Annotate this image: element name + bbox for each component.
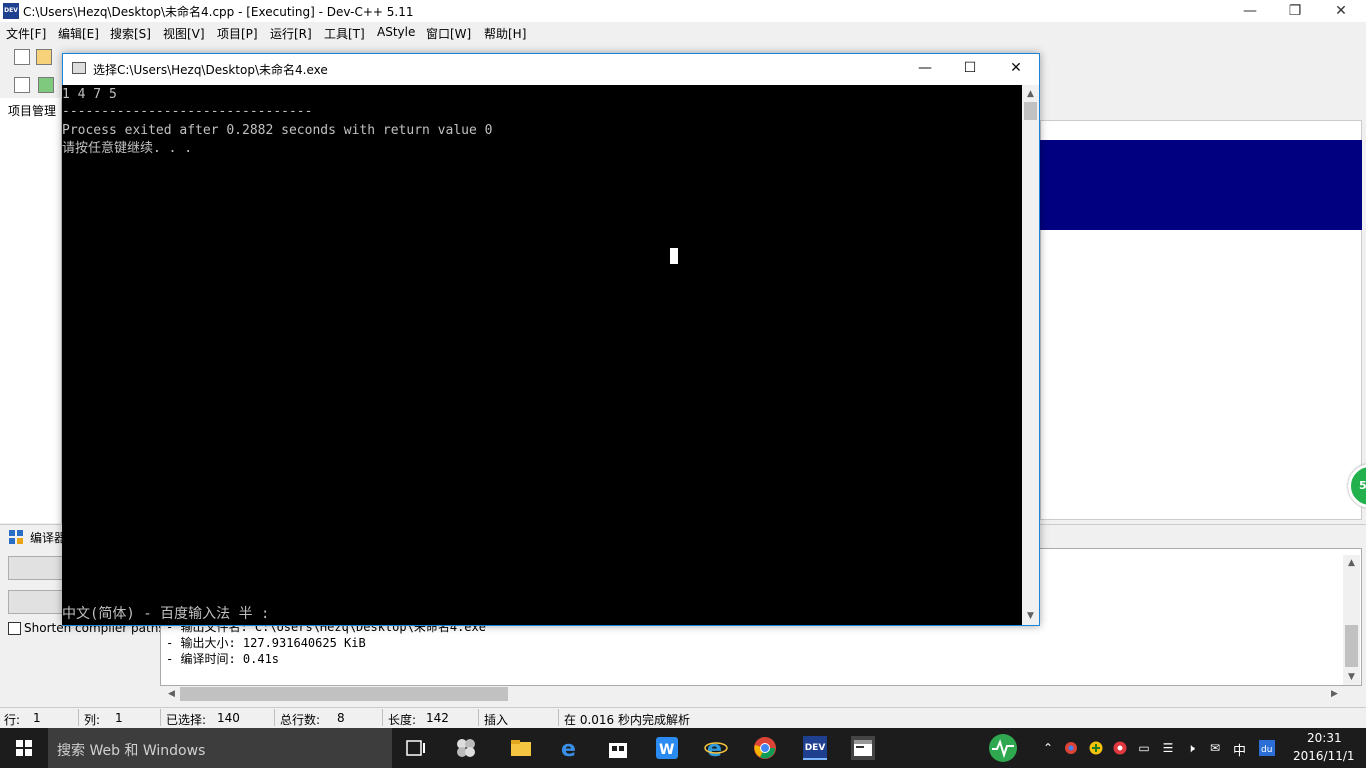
shorten-paths-checkbox[interactable]	[8, 622, 21, 635]
svg-text:W: W	[659, 742, 674, 758]
status-separator	[274, 709, 275, 726]
status-separator	[478, 709, 479, 726]
status-separator	[558, 709, 559, 726]
status-len-label: 长度:	[388, 713, 417, 727]
console-app-icon	[72, 62, 86, 74]
console-scroll-up-icon[interactable]: ▲	[1022, 86, 1039, 102]
log-scroll-up-icon[interactable]: ▲	[1343, 555, 1360, 571]
system-monitor-icon[interactable]	[988, 733, 1018, 763]
log-scroll-right-icon[interactable]: ▶	[1326, 686, 1343, 702]
chrome-browser-icon[interactable]	[753, 736, 777, 760]
status-separator	[382, 709, 383, 726]
devcpp-taskbar-icon[interactable]: DEV	[803, 736, 827, 760]
ime-indicator[interactable]: 中	[1233, 740, 1246, 759]
menu-search[interactable]: 搜索[S]	[110, 25, 151, 42]
close-button[interactable]: ✕	[1318, 0, 1364, 22]
menu-view[interactable]: 视图[V]	[163, 25, 205, 42]
console-cursor	[670, 248, 678, 264]
status-insert-mode: 插入	[484, 713, 509, 727]
tab-compiler[interactable]: 编译器	[30, 529, 66, 546]
menu-window[interactable]: 窗口[W]	[426, 25, 471, 42]
task-view-icon[interactable]	[404, 736, 428, 760]
console-output-area[interactable]	[62, 85, 1022, 625]
clock-date[interactable]: 2016/11/1	[1293, 749, 1355, 763]
console-line-press-key: 请按任意键继续. . .	[62, 141, 193, 156]
status-lines-label: 总行数:	[280, 713, 321, 727]
console-close-button[interactable]: ✕	[993, 54, 1039, 83]
console-vertical-scrollbar[interactable]	[1022, 85, 1039, 625]
status-len-value: 142	[426, 711, 449, 725]
log-vertical-scroll-thumb[interactable]	[1345, 625, 1358, 667]
status-sel-value: 140	[217, 711, 240, 725]
console-line-exit-status: Process exited after 0.2882 seconds with…	[62, 123, 493, 138]
wps-writer-icon[interactable]: W	[655, 736, 679, 760]
baidu-ime-icon[interactable]: du	[1259, 740, 1275, 756]
log-scroll-left-icon[interactable]: ◀	[163, 686, 180, 702]
status-separator	[160, 709, 161, 726]
log-scroll-down-icon[interactable]: ▼	[1343, 669, 1360, 685]
status-sel-label: 已选择:	[166, 713, 207, 727]
svg-text:e: e	[561, 737, 576, 760]
menu-help[interactable]: 帮助[H]	[484, 25, 526, 42]
notification-icon[interactable]: ✉	[1208, 741, 1222, 755]
menu-tools[interactable]: 工具[T]	[324, 25, 365, 42]
console-line-output: 1 4 7 5	[62, 87, 117, 102]
log-horizontal-scroll-thumb[interactable]	[180, 687, 508, 701]
status-parse-message: 在 0.016 秒内完成解析	[564, 713, 690, 727]
security-tray-icon[interactable]	[1113, 741, 1127, 755]
status-col-value: 1	[115, 711, 123, 725]
clock-time[interactable]: 20:31	[1307, 731, 1342, 745]
status-row-value: 1	[33, 711, 41, 725]
main-window-title: C:\Users\Hezq\Desktop\未命名4.cpp - [Execut…	[23, 5, 414, 19]
file-explorer-icon[interactable]	[509, 736, 533, 760]
console-taskbar-icon[interactable]	[851, 736, 875, 760]
console-line-separator: --------------------------------	[62, 104, 313, 119]
menubar: 文件[F] 编辑[E] 搜索[S] 视图[V] 项目[P] 运行[R] 工具[T…	[0, 22, 1366, 42]
volume-icon[interactable]: 🕨	[1184, 741, 1198, 755]
menu-run[interactable]: 运行[R]	[270, 25, 312, 42]
add-tray-icon[interactable]	[1089, 741, 1103, 755]
console-ime-status: 中文(简体) - 百度输入法 半 :	[62, 606, 270, 622]
class-browser-icon[interactable]	[14, 77, 30, 93]
svg-text:du: du	[1261, 745, 1272, 755]
status-row-label: 行:	[4, 713, 21, 727]
console-scroll-thumb[interactable]	[1024, 102, 1037, 120]
log-line-compile-time: - 编译时间: 0.41s	[166, 652, 280, 666]
battery-icon[interactable]: ▭	[1137, 741, 1151, 755]
console-scroll-down-icon[interactable]: ▼	[1022, 608, 1039, 624]
compiler-grid-icon	[9, 530, 23, 544]
internet-explorer-icon[interactable]: e	[704, 736, 728, 760]
menu-astyle[interactable]: AStyle	[377, 25, 415, 39]
menu-edit[interactable]: 编辑[E]	[58, 25, 99, 42]
minimize-button[interactable]: —	[1227, 0, 1273, 22]
status-lines-value: 8	[337, 711, 345, 725]
console-maximize-button[interactable]: ☐	[947, 54, 993, 83]
status-col-label: 列:	[84, 713, 101, 727]
edge-browser-icon[interactable]: e	[558, 736, 582, 760]
new-file-icon[interactable]	[14, 49, 30, 65]
project-panel-label[interactable]: 项目管理	[8, 102, 56, 119]
open-file-icon[interactable]	[36, 49, 52, 65]
devcpp-app-icon: DEV	[3, 3, 19, 19]
svg-text:e: e	[707, 737, 722, 760]
menu-file[interactable]: 文件[F]	[6, 25, 46, 42]
menu-project[interactable]: 项目[P]	[217, 25, 258, 42]
store-icon[interactable]	[606, 736, 630, 760]
log-line-output-size: - 输出大小: 127.931640625 KiB	[166, 636, 366, 650]
tray-expand-icon[interactable]: ⌃	[1041, 741, 1055, 755]
taskbar-search-placeholder: 搜索 Web 和 Windows	[57, 743, 206, 759]
wifi-icon[interactable]: ☰	[1161, 741, 1175, 755]
console-minimize-button[interactable]: —	[902, 54, 948, 83]
console-title: 选择C:\Users\Hezq\Desktop\未命名4.exe	[93, 63, 328, 77]
windows-start-icon[interactable]	[0, 728, 48, 768]
status-separator	[78, 709, 79, 726]
pinwheel-app-icon[interactable]	[454, 736, 478, 760]
goto-icon[interactable]	[38, 77, 54, 93]
editor-selection-highlight	[1040, 140, 1362, 230]
chrome-tray-icon[interactable]	[1064, 741, 1078, 755]
project-panel	[0, 98, 62, 523]
restore-button[interactable]: ❐	[1272, 0, 1318, 22]
